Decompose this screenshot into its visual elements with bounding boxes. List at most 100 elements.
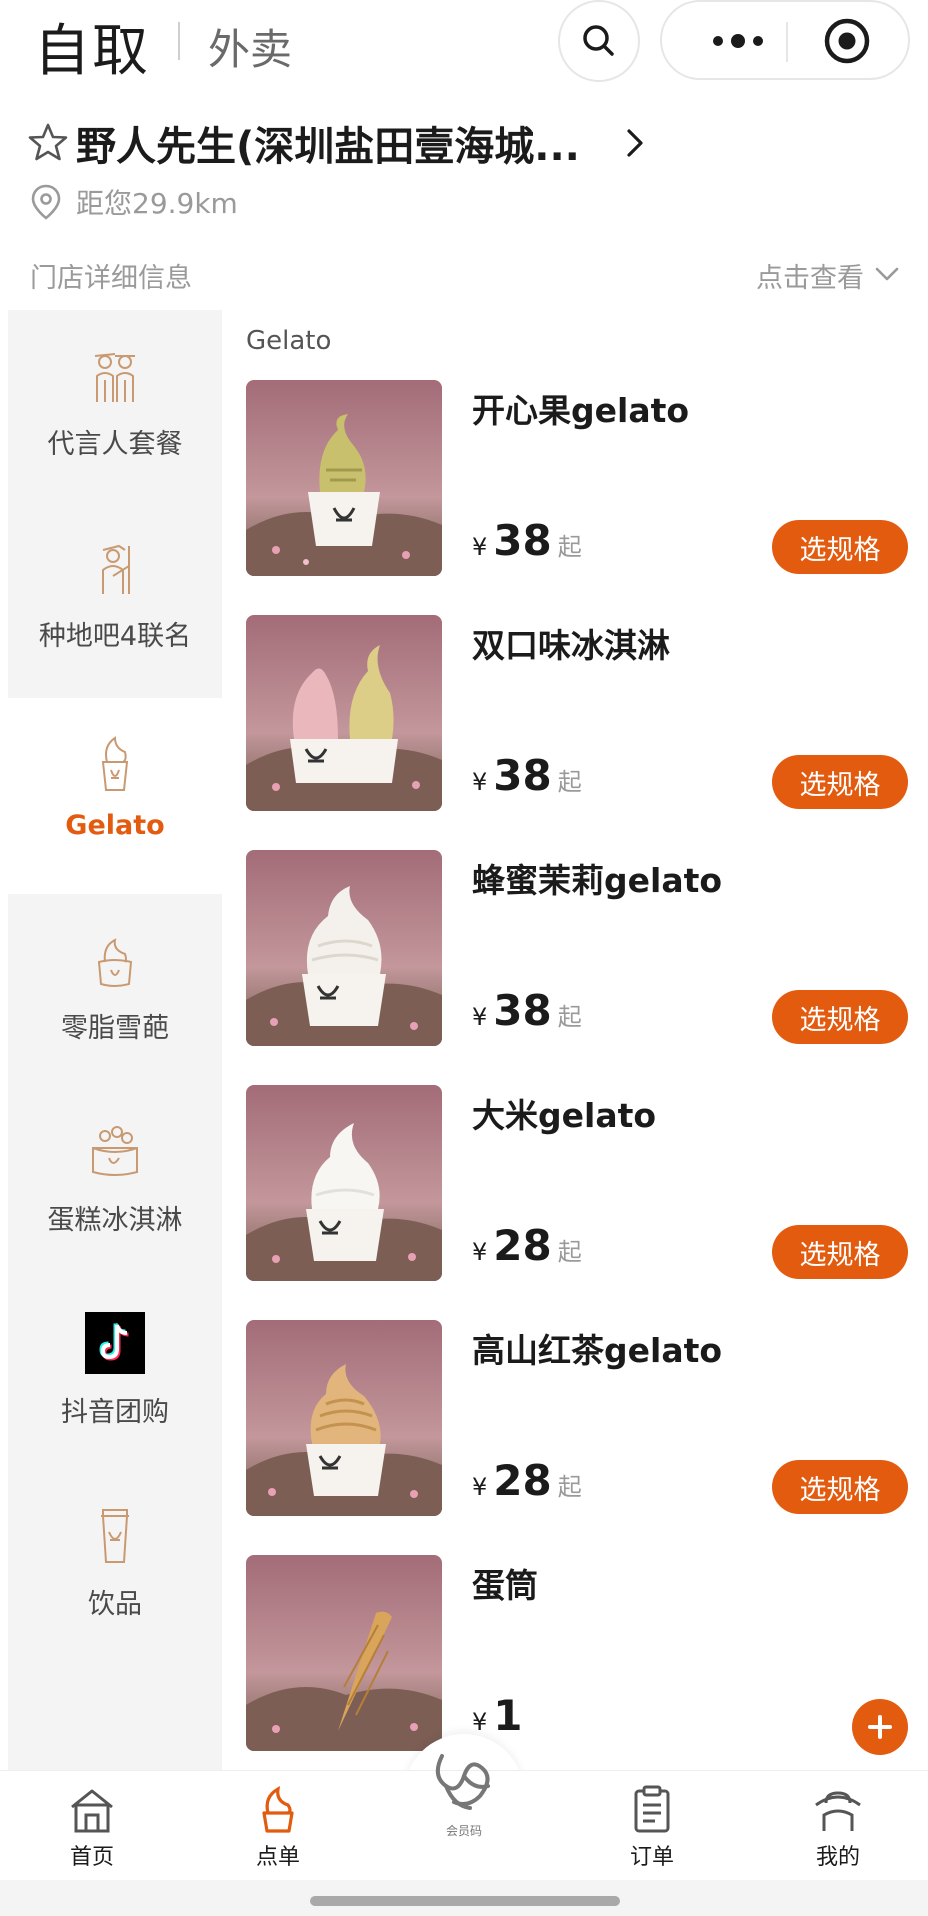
price-value: 38 xyxy=(493,751,552,800)
product-name: 蛋筒 xyxy=(472,1566,538,1605)
nav-orders[interactable]: 订单 xyxy=(592,1785,712,1871)
product-price: ¥ 38 起 xyxy=(472,516,582,565)
miniprogram-capsule xyxy=(660,0,910,80)
nav-member-code[interactable]: 会员码 xyxy=(404,1746,524,1839)
search-button[interactable] xyxy=(558,0,640,82)
price-suffix: 起 xyxy=(557,1473,582,1501)
sidebar-item-sorbet[interactable]: 零脂雪葩 xyxy=(8,894,222,1086)
category-sidebar: 代言人套餐 种地吧4联名 Gelato 零脂雪葩 蛋糕冰淇淋 抖音团购 饮品 xyxy=(8,310,222,1770)
plus-icon xyxy=(868,1715,892,1739)
product-image[interactable] xyxy=(246,615,442,811)
price-value: 38 xyxy=(493,986,552,1035)
close-miniprogram-icon[interactable] xyxy=(822,16,872,66)
select-spec-button[interactable]: 选规格 xyxy=(772,755,908,809)
chevron-down-icon[interactable] xyxy=(874,262,900,286)
sidebar-item-spokesperson[interactable]: 代言人套餐 xyxy=(8,310,222,502)
product-card[interactable]: 双口味冰淇淋 ¥ 38 起 选规格 xyxy=(246,615,916,811)
price-value: 1 xyxy=(493,1691,523,1740)
store-distance: 距您29.9km xyxy=(76,187,238,220)
sidebar-item-label: 蛋糕冰淇淋 xyxy=(47,1205,183,1236)
home-indicator[interactable] xyxy=(310,1896,620,1906)
select-spec-button[interactable]: 选规格 xyxy=(772,1225,908,1279)
capsule-divider xyxy=(786,22,788,62)
spokesperson-icon xyxy=(94,353,135,402)
more-menu-button[interactable] xyxy=(698,26,778,56)
favorite-star-icon[interactable] xyxy=(28,122,68,162)
store-name[interactable]: 野人先生(深圳盐田壹海城... xyxy=(76,114,580,172)
sidebar-item-douyin[interactable]: 抖音团购 xyxy=(8,1278,222,1470)
icecream-icon xyxy=(262,1785,294,1833)
product-card[interactable]: 高山红茶gelato ¥ 28 起 选规格 xyxy=(246,1320,916,1516)
price-suffix: 起 xyxy=(557,1003,582,1031)
profile-hat-icon xyxy=(815,1791,861,1831)
sidebar-item-label: 零脂雪葩 xyxy=(61,1013,169,1044)
price-suffix: 起 xyxy=(557,533,582,561)
store-detail-label: 门店详细信息 xyxy=(30,263,192,294)
product-card[interactable]: 蜂蜜茉莉gelato ¥ 38 起 选规格 xyxy=(246,850,916,1046)
douyin-icon xyxy=(85,1312,145,1374)
more-dot-icon xyxy=(731,34,745,48)
add-to-cart-button[interactable] xyxy=(852,1699,908,1755)
chevron-right-icon[interactable] xyxy=(618,126,652,160)
sorbet-icon xyxy=(97,938,133,987)
gelato-cup-icon xyxy=(101,736,129,791)
nav-mine[interactable]: 我的 xyxy=(778,1785,898,1871)
product-name: 双口味冰淇淋 xyxy=(472,626,670,665)
more-dot-icon xyxy=(753,36,763,46)
sidebar-item-label: 抖音团购 xyxy=(61,1397,169,1428)
tab-delivery[interactable]: 外卖 xyxy=(208,16,292,77)
cake-icecream-icon xyxy=(92,1126,138,1176)
sidebar-item-cake-icecream[interactable]: 蛋糕冰淇淋 xyxy=(8,1086,222,1278)
product-card[interactable]: 开心果gelato ¥ 38 起 选规格 xyxy=(246,380,916,576)
price-suffix: 起 xyxy=(557,1238,582,1266)
product-price: ¥ 28 起 xyxy=(472,1456,582,1505)
product-image[interactable] xyxy=(246,1085,442,1281)
sidebar-item-label: 种地吧4联名 xyxy=(38,621,192,652)
location-pin-icon xyxy=(31,184,61,220)
price-value: 28 xyxy=(493,1221,552,1270)
nav-label: 我的 xyxy=(815,1845,860,1870)
product-image[interactable] xyxy=(246,850,442,1046)
select-spec-button[interactable]: 选规格 xyxy=(772,1460,908,1514)
nav-order-menu[interactable]: 点单 xyxy=(218,1785,338,1871)
select-spec-button[interactable]: 选规格 xyxy=(772,520,908,574)
tab-pickup[interactable]: 自取 xyxy=(34,6,150,87)
nav-label: 首页 xyxy=(69,1845,114,1870)
drink-cup-icon xyxy=(101,1509,129,1563)
product-name: 蜂蜜茉莉gelato xyxy=(472,861,723,900)
product-price: ¥ 1 xyxy=(472,1691,529,1740)
select-spec-button[interactable]: 选规格 xyxy=(772,990,908,1044)
sidebar-item-gelato[interactable]: Gelato xyxy=(8,698,222,894)
sidebar-item-label: 代言人套餐 xyxy=(47,429,183,460)
product-image[interactable] xyxy=(246,1555,442,1751)
sidebar-item-farming[interactable]: 种地吧4联名 xyxy=(8,502,222,698)
home-icon xyxy=(71,1789,113,1833)
product-image[interactable] xyxy=(246,1320,442,1516)
currency-symbol: ¥ xyxy=(472,1238,488,1266)
product-name: 开心果gelato xyxy=(472,391,690,430)
currency-symbol: ¥ xyxy=(472,533,488,561)
product-name: 高山红茶gelato xyxy=(472,1331,723,1370)
farmer-icon xyxy=(102,544,130,594)
top-bar: 自取 外卖 xyxy=(0,0,928,90)
clipboard-icon xyxy=(634,1785,670,1833)
sidebar-item-drinks[interactable]: 饮品 xyxy=(8,1470,222,1662)
price-suffix: 起 xyxy=(557,768,582,796)
product-image[interactable] xyxy=(246,380,442,576)
price-value: 28 xyxy=(493,1456,552,1505)
section-title: Gelato xyxy=(246,326,332,356)
sidebar-item-label: Gelato xyxy=(65,810,165,841)
product-name: 大米gelato xyxy=(472,1096,657,1135)
product-price: ¥ 28 起 xyxy=(472,1221,582,1270)
search-icon xyxy=(583,25,614,56)
more-dot-icon xyxy=(713,36,723,46)
nav-label: 点单 xyxy=(255,1845,300,1870)
product-card[interactable]: 蛋筒 ¥ 1 xyxy=(246,1555,916,1755)
product-card[interactable]: 大米gelato ¥ 28 起 选规格 xyxy=(246,1085,916,1281)
price-value: 38 xyxy=(493,516,552,565)
product-price: ¥ 38 起 xyxy=(472,986,582,1035)
nav-home[interactable]: 首页 xyxy=(32,1785,152,1871)
view-details-link[interactable]: 点击查看 xyxy=(756,256,864,295)
currency-symbol: ¥ xyxy=(472,1003,488,1031)
member-code-label: 会员码 xyxy=(445,1824,482,1838)
